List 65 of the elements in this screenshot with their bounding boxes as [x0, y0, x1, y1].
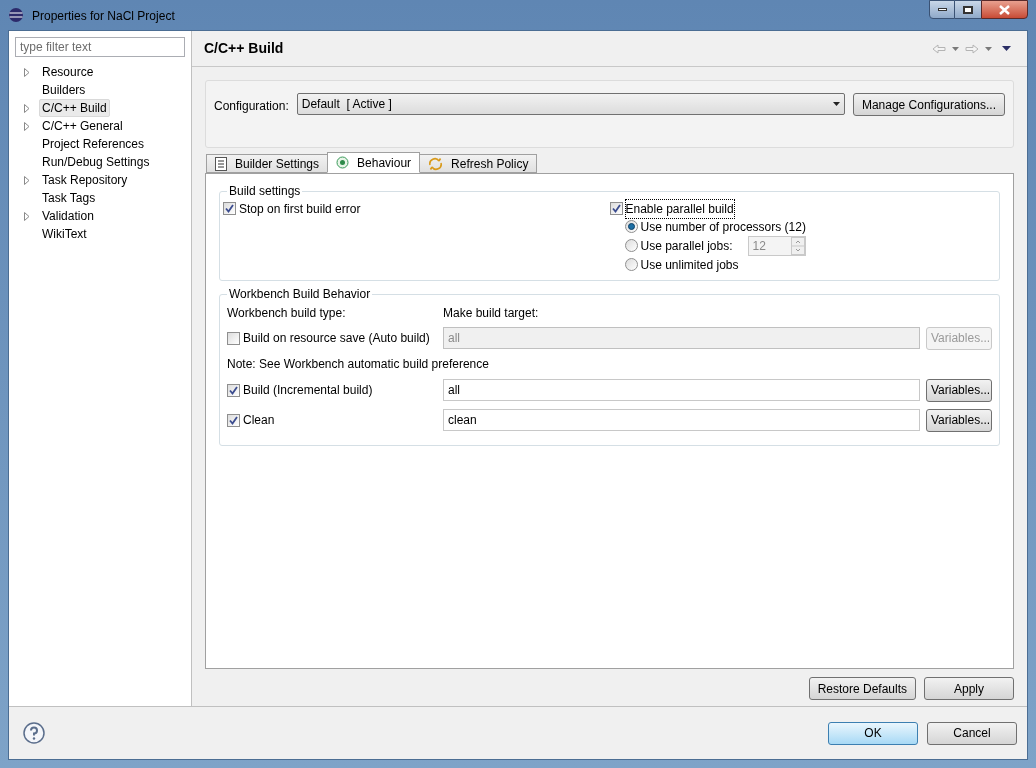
- variables-button[interactable]: Variables...: [926, 408, 992, 432]
- radio-label: Use unlimited jobs: [640, 256, 739, 274]
- configuration-value: Default [ Active ]: [301, 96, 392, 113]
- configuration-label: Configuration:: [214, 98, 289, 115]
- checkbox-label: Build (Incremental build): [243, 382, 373, 399]
- window-title: Properties for NaCl Project: [32, 8, 175, 25]
- group-title: Workbench Build Behavior: [228, 286, 372, 303]
- dropdown-caret-icon: [832, 102, 840, 106]
- caret-icon[interactable]: [952, 46, 959, 51]
- menu-caret-icon[interactable]: [1002, 46, 1011, 51]
- target-icon: [336, 156, 350, 169]
- build-target-field[interactable]: all: [443, 379, 920, 401]
- tab[interactable]: Behaviour: [327, 152, 421, 173]
- ok-button[interactable]: OK: [828, 721, 918, 745]
- tree-item[interactable]: WikiText: [15, 225, 90, 243]
- refresh-icon: [428, 156, 444, 171]
- tree-item[interactable]: Task Repository: [15, 171, 131, 189]
- list-icon: [215, 156, 227, 171]
- maximize-button[interactable]: [955, 0, 981, 19]
- group-title: Build settings: [228, 183, 302, 200]
- apply-button[interactable]: Apply: [924, 677, 1014, 700]
- close-button[interactable]: [981, 0, 1028, 19]
- minimize-button[interactable]: [929, 0, 955, 19]
- expand-arrow-icon[interactable]: [24, 211, 30, 221]
- configuration-dropdown[interactable]: Default [ Active ]: [296, 93, 845, 115]
- caret-icon[interactable]: [985, 46, 992, 51]
- expand-arrow-icon[interactable]: [24, 67, 30, 77]
- spin-arrows-icon[interactable]: [790, 236, 805, 255]
- checkbox-label: Build on resource save (Auto build): [243, 330, 430, 347]
- column-heading: Make build target:: [443, 305, 540, 322]
- radio-button[interactable]: [624, 220, 638, 233]
- variables-button[interactable]: Variables...: [926, 378, 992, 402]
- spinner-value: 12: [751, 237, 767, 255]
- radio-label: Use number of processors (12): [640, 218, 806, 236]
- checkbox[interactable]: [223, 202, 236, 215]
- build-target-field[interactable]: clean: [443, 409, 920, 431]
- checkbox[interactable]: [227, 413, 240, 427]
- expand-arrow-icon[interactable]: [24, 175, 30, 185]
- tree-item[interactable]: C/C++ General: [15, 117, 126, 135]
- tab[interactable]: Refresh Policy: [419, 154, 538, 173]
- cancel-button[interactable]: Cancel: [927, 721, 1017, 745]
- tree-item[interactable]: Task Tags: [15, 189, 99, 207]
- manage-configurations-button[interactable]: Manage Configurations...: [852, 93, 1005, 116]
- tree-item[interactable]: Run/Debug Settings: [15, 153, 153, 171]
- close-icon: [999, 4, 1010, 15]
- restore-defaults-button[interactable]: Restore Defaults: [808, 677, 916, 700]
- column-heading: Workbench build type:: [227, 305, 347, 322]
- checkbox-label: Stop on first build error: [239, 200, 361, 218]
- checkbox[interactable]: [227, 383, 240, 397]
- tab[interactable]: Builder Settings: [206, 154, 329, 173]
- globe-icon: [8, 7, 24, 23]
- tree-item[interactable]: Builders: [15, 81, 89, 99]
- radio-button[interactable]: [624, 239, 638, 252]
- tree-item[interactable]: Project References: [15, 135, 148, 153]
- radio-button[interactable]: [624, 258, 638, 271]
- radio-label: Use parallel jobs:: [640, 237, 733, 255]
- checkbox-label: Clean: [243, 412, 275, 429]
- checkbox-label: Enable parallel build: [625, 199, 734, 218]
- checkbox[interactable]: [609, 202, 623, 215]
- note-text: Note: See Workbench automatic build preference: [227, 356, 490, 373]
- page-title: C/C++ Build: [204, 39, 284, 58]
- filter-field[interactable]: type filter text: [15, 37, 185, 57]
- help-icon[interactable]: [23, 722, 45, 744]
- tree-item[interactable]: Validation: [15, 207, 97, 225]
- tree-item[interactable]: Resource: [15, 63, 97, 81]
